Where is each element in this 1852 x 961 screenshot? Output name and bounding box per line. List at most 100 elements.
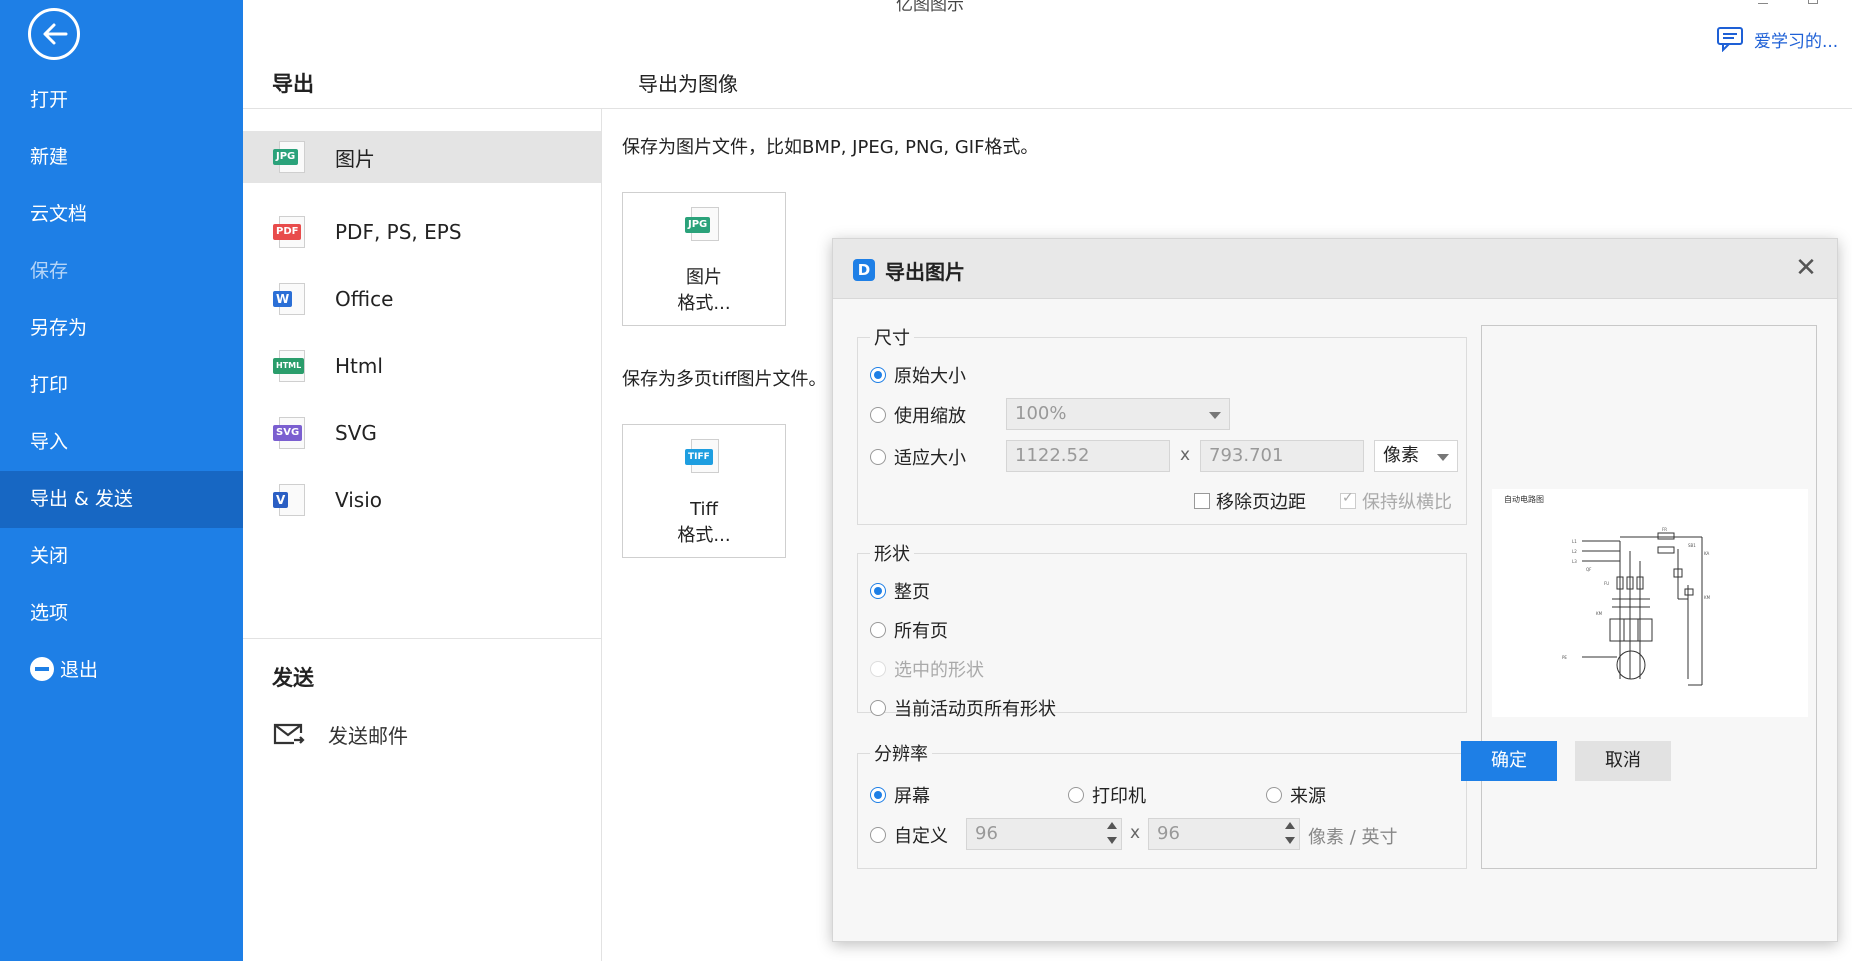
chevron-down-icon	[1209, 412, 1221, 419]
minimize-button[interactable]	[1758, 0, 1768, 4]
svg-text:SB1: SB1	[1688, 543, 1696, 548]
sidebar-item-open[interactable]: 打开	[0, 72, 243, 129]
sidebar-item-export-send[interactable]: 导出 & 发送	[0, 471, 243, 528]
width-field[interactable]: 1122.52	[1006, 440, 1170, 472]
radio-icon	[870, 700, 886, 716]
export-preview: 自动电路图 L1 L2 L3 QF FU KM PE FR SB1 KA KM	[1481, 325, 1817, 869]
svg-text:L2: L2	[1572, 549, 1577, 554]
back-button[interactable]	[28, 8, 80, 60]
format-item-label: PDF, PS, EPS	[335, 219, 462, 244]
column-divider	[601, 108, 602, 961]
image-format-card[interactable]: JPG 图片 格式...	[622, 192, 786, 326]
spin-down-icon[interactable]	[1107, 837, 1117, 844]
zoom-select[interactable]: 100%	[1006, 398, 1230, 430]
export-header: 导出	[272, 72, 314, 96]
user-account[interactable]: 爱学习的...	[1716, 26, 1838, 52]
size-original-option[interactable]: 原始大小	[870, 362, 966, 388]
spin-up-icon[interactable]	[1107, 822, 1117, 829]
sidebar-item-exit-label: 退出	[60, 659, 99, 681]
size-zoom-option[interactable]: 使用缩放	[870, 402, 966, 428]
format-item-visio[interactable]: V Visio	[243, 466, 601, 533]
shape-current-all-option[interactable]: 当前活动页所有形状	[870, 695, 1056, 721]
resolution-screen-option[interactable]: 屏幕	[870, 782, 930, 808]
svg-file-icon: SVG	[273, 415, 309, 451]
jpg-file-icon: JPG	[273, 139, 309, 175]
format-item-label: Office	[335, 286, 394, 311]
format-item-office[interactable]: W Office	[243, 265, 601, 332]
size-group: 尺寸 原始大小 使用缩放 100% 适应大小 1122.52 x 793.701…	[857, 324, 1467, 525]
tiff-file-icon: TIFF	[685, 437, 725, 477]
radio-icon	[870, 827, 886, 843]
resolution-custom-option[interactable]: 自定义	[870, 822, 948, 848]
send-mail-item[interactable]: 发送邮件	[272, 720, 408, 749]
dpi-x-stepper[interactable]: 96	[966, 818, 1122, 850]
unit-select[interactable]: 像素	[1374, 440, 1458, 472]
sidebar-item-import[interactable]: 导入	[0, 414, 243, 471]
svg-text:KM: KM	[1704, 595, 1711, 600]
svg-text:PE: PE	[1562, 655, 1567, 660]
user-name: 爱学习的...	[1754, 31, 1839, 52]
resolution-source-option[interactable]: 来源	[1266, 782, 1326, 808]
tiff-format-label: Tiff 格式...	[677, 499, 731, 546]
spin-down-icon[interactable]	[1285, 837, 1295, 844]
format-item-label: Html	[335, 353, 383, 378]
format-item-label: Visio	[335, 487, 383, 512]
sidebar-item-cloud-docs[interactable]: 云文档	[0, 186, 243, 243]
close-icon[interactable]: ✕	[1791, 253, 1821, 283]
sidebar-item-exit[interactable]: 退出	[0, 642, 243, 699]
dialog-titlebar: D 导出图片 ✕	[833, 239, 1837, 299]
keep-ratio-checkbox[interactable]: 保持纵横比	[1340, 488, 1452, 514]
size-fit-option[interactable]: 适应大小	[870, 444, 966, 470]
sidebar-menu: 打开 新建 云文档 保存 另存为 打印 导入 导出 & 发送 关闭 选项 退出	[0, 72, 243, 699]
export-format-list: JPG 图片 PDF PDF, PS, EPS W Office HTML Ht…	[243, 131, 601, 533]
radio-icon	[870, 787, 886, 803]
format-item-pdf[interactable]: PDF PDF, PS, EPS	[243, 198, 601, 265]
sidebar-item-new[interactable]: 新建	[0, 129, 243, 186]
cancel-button[interactable]: 取消	[1575, 741, 1671, 781]
sidebar-item-save[interactable]: 保存	[0, 243, 243, 300]
sidebar-item-print[interactable]: 打印	[0, 357, 243, 414]
image-description: 保存为图片文件，比如BMP, JPEG, PNG, GIF格式。	[622, 137, 1039, 158]
shape-all-pages-option[interactable]: 所有页	[870, 617, 948, 643]
maximize-button[interactable]	[1808, 0, 1818, 4]
preview-page: 自动电路图 L1 L2 L3 QF FU KM PE FR SB1 KA KM	[1492, 489, 1808, 717]
remove-margin-checkbox[interactable]: 移除页边距	[1194, 488, 1306, 514]
resolution-printer-option[interactable]: 打印机	[1068, 782, 1146, 808]
format-item-image[interactable]: JPG 图片	[243, 131, 601, 183]
sidebar-item-save-as[interactable]: 另存为	[0, 300, 243, 357]
size-group-title: 尺寸	[870, 324, 914, 350]
sidebar-item-close[interactable]: 关闭	[0, 528, 243, 585]
dialog-title: 导出图片	[885, 260, 965, 284]
section-title: 导出为图像	[638, 72, 738, 96]
format-item-label: 图片	[335, 146, 375, 171]
resolution-group-title: 分辨率	[870, 740, 932, 766]
radio-icon	[870, 622, 886, 638]
svg-text:FU: FU	[1604, 581, 1609, 586]
radio-icon	[870, 367, 886, 383]
tiff-format-card[interactable]: TIFF Tiff 格式...	[622, 424, 786, 558]
sidebar-item-options[interactable]: 选项	[0, 585, 243, 642]
shape-whole-page-option[interactable]: 整页	[870, 578, 930, 604]
dpi-y-stepper[interactable]: 96	[1148, 818, 1300, 850]
export-image-dialog: D 导出图片 ✕ 尺寸 原始大小 使用缩放 100% 适应大小 1122.52 …	[832, 238, 1838, 942]
format-item-html[interactable]: HTML Html	[243, 332, 601, 399]
backstage-sidebar: 打开 新建 云文档 保存 另存为 打印 导入 导出 & 发送 关闭 选项 退出	[0, 0, 243, 961]
shape-group: 形状 整页 所有页 选中的形状 当前活动页所有形状	[857, 540, 1467, 720]
shape-selected-option[interactable]: 选中的形状	[870, 656, 984, 682]
ok-button[interactable]: 确定	[1461, 741, 1557, 781]
format-item-svg[interactable]: SVG SVG	[243, 399, 601, 466]
word-file-icon: W	[273, 281, 309, 317]
svg-text:自动电路图: 自动电路图	[1504, 494, 1544, 504]
height-field[interactable]: 793.701	[1200, 440, 1364, 472]
pdf-file-icon: PDF	[273, 214, 309, 250]
svg-text:L3: L3	[1572, 559, 1577, 564]
radio-icon	[1266, 787, 1282, 803]
jpg-file-icon: JPG	[685, 205, 725, 245]
chat-icon	[1717, 27, 1743, 52]
send-divider	[243, 638, 601, 639]
format-item-label: SVG	[335, 420, 377, 445]
radio-icon	[1068, 787, 1084, 803]
spin-up-icon[interactable]	[1285, 822, 1295, 829]
radio-icon	[870, 407, 886, 423]
dpi-x-separator: x	[1130, 823, 1141, 843]
